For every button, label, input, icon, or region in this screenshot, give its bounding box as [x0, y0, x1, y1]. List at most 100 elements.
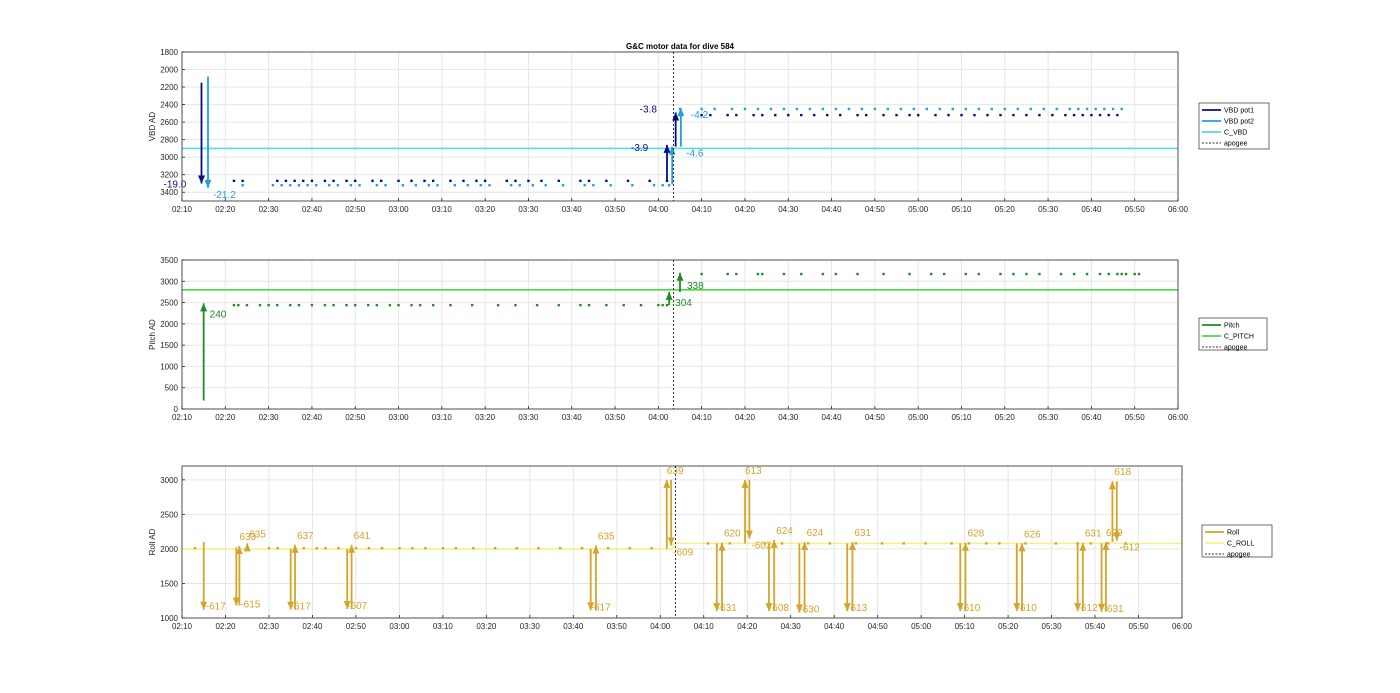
data-point: [908, 272, 911, 276]
x-tick-label: 03:00: [389, 413, 410, 422]
data-point: [967, 542, 971, 545]
data-point: [782, 272, 786, 276]
data-point: [1107, 113, 1110, 117]
arrow-label: 613: [745, 466, 762, 477]
data-point: [232, 179, 236, 183]
data-point: [999, 113, 1002, 117]
x-tick-label: 04:20: [735, 205, 756, 214]
data-point: [925, 107, 929, 111]
data-point: [661, 303, 664, 307]
data-point: [580, 547, 584, 550]
x-tick-label: 05:30: [1038, 413, 1059, 422]
data-point: [323, 303, 327, 307]
data-point: [1116, 113, 1119, 117]
data-point: [527, 179, 530, 183]
data-point: [856, 272, 859, 276]
x-tick-label: 02:40: [302, 413, 323, 422]
data-point: [375, 303, 379, 307]
data-point: [397, 179, 400, 183]
data-point: [345, 303, 348, 307]
data-point: [280, 184, 283, 187]
data-point: [535, 303, 539, 307]
x-tick-label: 05:00: [908, 413, 929, 422]
x-tick-label: 03:50: [605, 205, 626, 214]
data-point: [587, 303, 591, 307]
x-tick-label: 04:20: [735, 413, 756, 422]
data-point: [579, 179, 582, 183]
legend-entry: apogee: [1224, 141, 1247, 148]
data-point: [609, 184, 612, 187]
data-point: [1098, 113, 1102, 117]
data-point: [587, 179, 591, 183]
data-point: [782, 107, 786, 111]
data-point: [1025, 113, 1028, 117]
arrow-label: 240: [210, 309, 227, 320]
y-tick-label: 3000: [160, 277, 178, 286]
data-point: [332, 179, 335, 183]
y-tick-label: 2400: [160, 101, 178, 110]
arrow-label: 620: [724, 529, 741, 540]
x-tick-label: 05:40: [1081, 413, 1102, 422]
x-tick-label: 06:00: [1172, 622, 1193, 631]
arrow-label: -613: [847, 603, 867, 614]
data-point: [735, 113, 738, 117]
data-point: [1077, 107, 1080, 111]
arrow-label: 641: [354, 531, 371, 542]
data-point: [999, 272, 1002, 276]
y-axis-label: Pitch AD: [148, 319, 157, 350]
x-tick-label: 05:40: [1081, 205, 1102, 214]
data-point: [1016, 107, 1019, 111]
legend-entry: Pitch: [1224, 323, 1240, 330]
data-point: [592, 184, 595, 187]
data-point: [414, 184, 418, 187]
data-point: [1081, 113, 1084, 117]
data-point: [583, 184, 586, 187]
data-point: [667, 184, 671, 187]
arrow-label: -610: [960, 603, 980, 614]
y-tick-label: 2000: [160, 320, 178, 329]
data-point: [410, 179, 413, 183]
data-point: [449, 303, 452, 307]
data-point: [1085, 272, 1089, 276]
pitch-panel: 02:10 02:20 02:30 02:40 02:50 03:00 03:10 03:20…: [148, 256, 1268, 422]
arrow-label: -612: [1078, 603, 1098, 614]
x-tick-label: 03:20: [476, 622, 497, 631]
x-tick-label: 03:30: [518, 413, 539, 422]
data-point: [454, 547, 458, 550]
data-point: [726, 272, 729, 276]
x-tick-label: 03:10: [433, 622, 454, 631]
data-point: [289, 184, 292, 187]
data-point: [639, 303, 643, 307]
x-tick-label: 03:20: [475, 205, 496, 214]
data-point: [367, 303, 370, 307]
legend-entry: Roll: [1227, 530, 1240, 537]
x-tick-label: 02:30: [259, 622, 280, 631]
data-point: [880, 542, 884, 545]
data-point: [332, 303, 335, 307]
data-point: [483, 179, 487, 183]
x-tick-label: 05:50: [1125, 413, 1146, 422]
x-tick-label: 02:40: [302, 622, 323, 631]
data-point: [605, 179, 608, 183]
x-tick-label: 03:40: [562, 205, 583, 214]
data-point: [1085, 107, 1089, 111]
x-tick-label: 05:20: [998, 622, 1019, 631]
data-point: [401, 184, 405, 187]
legend-entry: apogee: [1227, 552, 1250, 559]
data-point: [916, 113, 920, 117]
arrow-label: 635: [598, 531, 615, 542]
arrow-label: -3.8: [640, 104, 658, 115]
data-point: [1038, 272, 1041, 276]
data-point: [709, 113, 712, 117]
x-tick-label: 05:50: [1125, 205, 1146, 214]
data-point: [315, 547, 318, 550]
data-point: [540, 179, 543, 183]
data-point: [398, 547, 401, 550]
arrow-label: -617: [206, 602, 226, 613]
data-point: [271, 184, 275, 187]
data-point: [1120, 272, 1123, 276]
x-tick-label: 03:30: [518, 205, 539, 214]
data-point: [942, 272, 946, 276]
y-tick-label: 2000: [160, 545, 178, 554]
arrow-label: -631: [717, 603, 737, 614]
